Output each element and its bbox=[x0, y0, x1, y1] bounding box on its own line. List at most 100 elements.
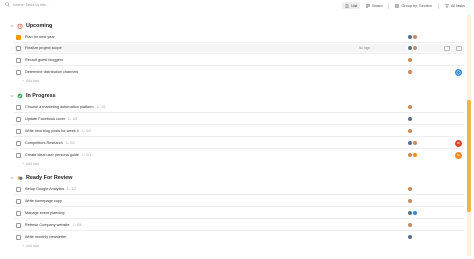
task-checkbox[interactable] bbox=[16, 152, 21, 158]
search-icon bbox=[5, 2, 10, 7]
avatar bbox=[411, 140, 418, 146]
list-view-label: List bbox=[351, 3, 358, 8]
assignee-avatars[interactable] bbox=[407, 57, 413, 63]
view-toolbar: List Board Group by: Section All tasks bbox=[342, 1, 468, 10]
task-title[interactable]: Create ideal user persona guide bbox=[25, 153, 79, 157]
drag-handle-icon[interactable]: ⋮⋮ bbox=[10, 46, 18, 51]
task-checkbox[interactable] bbox=[16, 34, 21, 40]
list-view-button[interactable]: List bbox=[342, 2, 361, 9]
task-title[interactable]: Manage event planning bbox=[25, 211, 64, 215]
task-row[interactable]: Determine distribution channels bbox=[14, 68, 464, 76]
task-title[interactable]: Setup Google Analytics bbox=[25, 187, 64, 191]
task-row[interactable]: Competitors Research 0/1 R bbox=[14, 139, 464, 147]
section-header-in-progress[interactable]: In Progress bbox=[10, 92, 56, 100]
task-checkbox[interactable] bbox=[16, 234, 21, 240]
subtask-count-text: 1/2 bbox=[101, 105, 106, 109]
assignee-avatars[interactable] bbox=[407, 104, 413, 110]
assignee-avatars[interactable] bbox=[407, 128, 413, 134]
task-row[interactable]: Write homepage copy bbox=[14, 197, 464, 205]
add-task-button[interactable]: + Add task bbox=[22, 78, 39, 84]
assignee-avatars[interactable] bbox=[407, 34, 418, 40]
plus-icon: + bbox=[22, 244, 24, 248]
task-row[interactable]: Update Facebook cover 0/2 bbox=[14, 115, 464, 123]
section-header-ready-for-review[interactable]: Ready For Review bbox=[10, 174, 72, 182]
search-box[interactable]: Search Tasks by title... bbox=[5, 2, 49, 7]
all-tasks-filter-button[interactable]: All tasks bbox=[442, 2, 468, 9]
subtask-count[interactable]: 0/1 bbox=[82, 153, 91, 157]
task-title[interactable]: Finalize project scope bbox=[25, 46, 62, 50]
subtask-count-text: 0/3 bbox=[86, 129, 91, 133]
group-by-label: Group by: Section bbox=[401, 3, 432, 8]
task-title[interactable]: Choose a marketing automation platform bbox=[25, 105, 94, 109]
assignee-avatars[interactable] bbox=[407, 116, 413, 122]
task-checkbox[interactable] bbox=[16, 222, 21, 228]
task-checkbox[interactable] bbox=[16, 198, 21, 204]
subtask-icon bbox=[68, 117, 72, 121]
task-checkbox[interactable] bbox=[16, 104, 21, 110]
chevron-down-icon[interactable] bbox=[10, 24, 14, 28]
task-title[interactable]: Write new blog posts for week 4 bbox=[25, 129, 79, 133]
task-title[interactable]: Recruit guest bloggers bbox=[25, 58, 63, 62]
status-badge[interactable]: R bbox=[455, 139, 462, 147]
assignee-avatars[interactable] bbox=[407, 140, 418, 146]
task-checkbox[interactable] bbox=[16, 140, 21, 146]
task-title[interactable]: Refresh Company website bbox=[25, 223, 70, 227]
assignee-avatars[interactable] bbox=[407, 234, 413, 240]
task-checkbox[interactable] bbox=[16, 128, 21, 134]
subtask-count[interactable]: 1/2 bbox=[67, 187, 76, 191]
task-row[interactable]: Write monthly newsletter bbox=[14, 233, 464, 241]
task-row[interactable]: Write new blog posts for week 4 0/3 bbox=[14, 127, 464, 135]
assignee-avatars[interactable] bbox=[407, 152, 418, 158]
tags-field[interactable]: No tags bbox=[359, 46, 370, 50]
task-row[interactable]: ⋮⋮ Finalize project scope No tags bbox=[10, 44, 464, 52]
avatar bbox=[407, 104, 413, 110]
subtask-count[interactable]: 1/2 bbox=[97, 105, 106, 109]
task-row[interactable]: Recruit guest bloggers bbox=[14, 56, 464, 64]
group-by-button[interactable]: Group by: Section bbox=[392, 2, 434, 9]
task-checkbox[interactable] bbox=[16, 69, 21, 75]
task-checkbox[interactable] bbox=[16, 116, 21, 122]
status-badge[interactable]: C bbox=[455, 151, 462, 159]
add-task-button[interactable]: + Add task bbox=[22, 161, 39, 167]
assignee-avatars[interactable] bbox=[407, 69, 413, 75]
row-divider bbox=[14, 205, 464, 206]
task-title[interactable]: Determine distribution channels bbox=[25, 70, 78, 74]
assignee-avatars[interactable] bbox=[407, 210, 418, 216]
task-title[interactable]: Plan for next year bbox=[25, 35, 55, 39]
subtask-count[interactable]: 0/1 bbox=[66, 141, 75, 145]
task-row[interactable]: Create ideal user persona guide 0/1 C bbox=[14, 151, 464, 159]
task-row[interactable]: Manage event planning bbox=[14, 209, 464, 217]
section-header-upcoming[interactable]: Upcoming bbox=[10, 22, 52, 30]
more-options-icon[interactable] bbox=[456, 45, 462, 51]
avatar bbox=[407, 222, 413, 228]
section-title: Upcoming bbox=[26, 23, 53, 29]
search-input[interactable]: Search Tasks by title... bbox=[13, 3, 49, 7]
board-view-button[interactable]: Board bbox=[363, 2, 385, 9]
task-checkbox[interactable] bbox=[16, 186, 21, 192]
chevron-down-icon[interactable] bbox=[10, 94, 14, 98]
board-view-label: Board bbox=[372, 3, 383, 8]
subtask-count[interactable]: 0/3 bbox=[82, 129, 91, 133]
avatar bbox=[411, 152, 418, 158]
task-title[interactable]: Competitors Research bbox=[25, 141, 63, 145]
scrollbar-thumb[interactable] bbox=[467, 100, 471, 212]
task-row[interactable]: Refresh Company website 0/4 bbox=[14, 221, 464, 229]
add-task-button[interactable]: + Add task bbox=[22, 243, 39, 249]
subtask-count[interactable]: 0/2 bbox=[68, 117, 77, 121]
task-title[interactable]: Update Facebook cover bbox=[25, 117, 65, 121]
chevron-down-icon[interactable] bbox=[10, 176, 14, 180]
assignee-avatars[interactable] bbox=[407, 198, 413, 204]
task-checkbox[interactable] bbox=[16, 210, 21, 216]
subtask-count[interactable]: 0/4 bbox=[73, 223, 81, 227]
task-row[interactable]: Plan for next year bbox=[14, 33, 464, 41]
task-row[interactable]: Setup Google Analytics 1/2 bbox=[14, 185, 464, 193]
assignee-avatars[interactable] bbox=[407, 222, 413, 228]
task-title[interactable]: Write monthly newsletter bbox=[25, 235, 67, 239]
status-badge[interactable] bbox=[455, 68, 462, 76]
task-row[interactable]: Choose a marketing automation platform 1… bbox=[14, 103, 464, 111]
task-title[interactable]: Write homepage copy bbox=[25, 199, 62, 203]
assignee-avatars[interactable] bbox=[407, 45, 418, 51]
comment-icon[interactable] bbox=[444, 45, 450, 51]
assignee-avatars[interactable] bbox=[407, 186, 413, 192]
task-checkbox[interactable] bbox=[16, 57, 21, 63]
